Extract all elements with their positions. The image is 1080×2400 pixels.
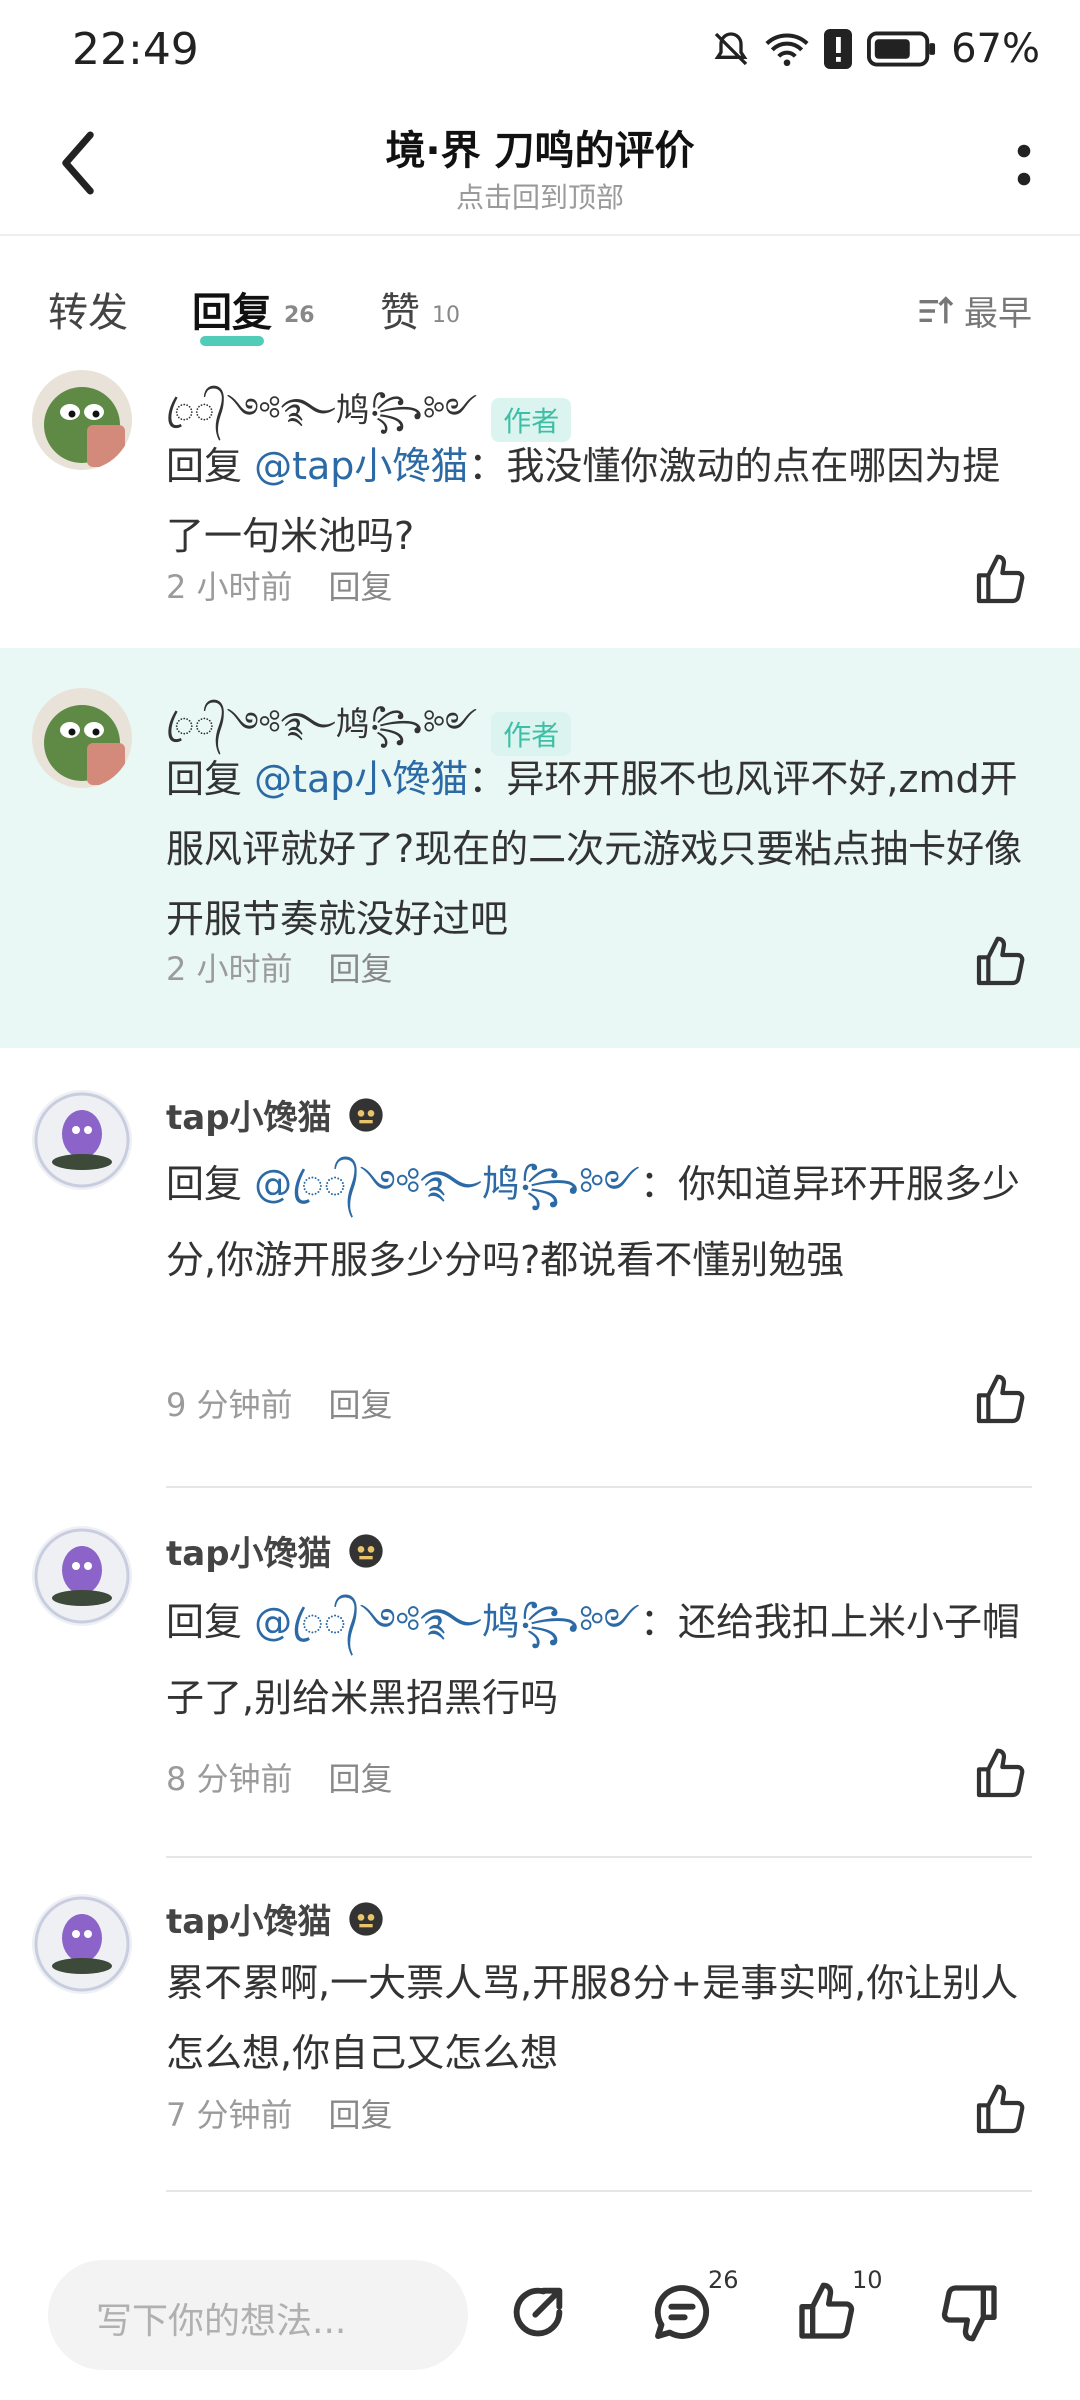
thumbs-down-icon[interactable] xyxy=(938,2280,1002,2344)
reply-prefix: 回复 xyxy=(166,757,255,801)
status-bar: 22:49 67% xyxy=(0,0,1080,100)
tab-underline xyxy=(200,336,264,346)
comment-author[interactable]: tap小馋猫 xyxy=(166,1090,386,1139)
comment-time: 2 小时前 xyxy=(166,950,293,988)
tab-repost-label: 转发 xyxy=(48,290,128,336)
comment-meta: 2 小时前 回复 xyxy=(166,562,393,608)
comment-text[interactable]: 累不累啊,一大票人骂,开服8分+是事实啊,你让别人怎么想,你自己又怎么想 xyxy=(166,1948,1036,2088)
tab-bar: 转发 回复 26 赞 10 最早 xyxy=(0,236,1080,366)
wifi-icon xyxy=(765,33,809,67)
comment-meta: 8 分钟前 回复 xyxy=(166,1754,393,1800)
user-medal-icon xyxy=(348,1901,383,1936)
share-icon[interactable] xyxy=(506,2280,570,2344)
thumbs-up-icon[interactable] xyxy=(972,1746,1028,1802)
sort-icon xyxy=(919,295,954,323)
reply-button[interactable]: 回复 xyxy=(329,568,393,606)
divider xyxy=(166,2190,1032,2192)
author-name: tap小馋猫 xyxy=(166,1098,332,1138)
tab-likes-label: 赞 xyxy=(380,290,420,336)
more-options-icon[interactable] xyxy=(1004,130,1044,200)
list-item: tap小馋猫 累不累啊,一大票人骂,开服8分+是事实啊,你让别人怎么想,你自己又… xyxy=(0,1858,1080,2222)
page-subtitle[interactable]: 点击回到顶部 xyxy=(0,176,1080,216)
comment-author[interactable]: tap小馋猫 xyxy=(166,1526,386,1575)
reply-button[interactable]: 回复 xyxy=(329,1760,393,1798)
author-name: tap小馋猫 xyxy=(166,1534,332,1574)
tab-replies-label: 回复 xyxy=(192,290,272,336)
comment-input[interactable]: 写下你的想法... xyxy=(48,2260,468,2370)
comment-meta: 7 分钟前 回复 xyxy=(166,2090,393,2136)
mention-colon: ： xyxy=(640,1600,679,1644)
tab-replies[interactable]: 回复 26 xyxy=(192,280,315,346)
mute-icon xyxy=(714,32,748,66)
tab-repost[interactable]: 转发 xyxy=(48,280,128,338)
tab-likes[interactable]: 赞 10 xyxy=(380,280,460,338)
comment-time: 2 小时前 xyxy=(166,568,293,606)
reply-button[interactable]: 回复 xyxy=(329,2096,393,2134)
tab-replies-count: 26 xyxy=(284,302,315,328)
thumbs-up-icon[interactable] xyxy=(972,934,1028,990)
list-item: tap小馋猫 回复 @ꦿ᭄༺࿐鸠꧂༻：你知道异环开服多少分,你游开服多少分吗?都… xyxy=(0,1050,1080,1480)
thumbs-up-icon[interactable] xyxy=(972,1372,1028,1428)
mention-colon: ： xyxy=(468,757,507,801)
reply-prefix: 回复 xyxy=(166,1162,255,1206)
reply-button[interactable]: 回复 xyxy=(329,950,393,988)
avatar[interactable] xyxy=(32,1090,132,1190)
header: 境·界 刀鸣的评价 点击回到顶部 xyxy=(0,100,1080,236)
reply-prefix: 回复 xyxy=(166,1600,255,1644)
reply-list[interactable]: ꦿ᭄༺࿐鸠꧂༻ 作者 回复 @tap小馋猫：我没懂你激动的点在哪因为提了一句米池… xyxy=(0,366,1080,2226)
author-name: tap小馋猫 xyxy=(166,1902,332,1942)
thumbs-up-icon[interactable] xyxy=(972,552,1028,608)
thumbs-up-icon[interactable] xyxy=(794,2280,858,2344)
comment-author[interactable]: tap小馋猫 xyxy=(166,1894,386,1943)
alert-icon xyxy=(824,29,853,69)
tab-likes-count: 10 xyxy=(432,302,460,328)
comment-time: 8 分钟前 xyxy=(166,1760,293,1798)
avatar[interactable] xyxy=(32,370,132,470)
bottom-action-bar: 写下你的想法... 26 10 xyxy=(0,2226,1080,2400)
comment-time: 9 分钟前 xyxy=(166,1386,293,1424)
status-time: 22:49 xyxy=(72,24,199,75)
comment-text[interactable]: 回复 @tap小馋猫：异环开服不也风评不好,zmd开服风评就好了?现在的二次元游… xyxy=(166,744,1036,954)
comment-time: 7 分钟前 xyxy=(166,2096,293,2134)
list-item: tap小馋猫 回复 @ꦿ᭄༺࿐鸠꧂༻：还给我扣上米小子帽子了,别给米黑招黑行吗 … xyxy=(0,1488,1080,1854)
battery-percent: 67% xyxy=(951,26,1040,72)
mention-colon: ： xyxy=(468,444,507,488)
comment-text[interactable]: 回复 @tap小馋猫：我没懂你激动的点在哪因为提了一句米池吗? xyxy=(166,431,1036,571)
user-medal-icon xyxy=(348,1533,383,1568)
sort-label: 最早 xyxy=(964,294,1032,334)
page-title[interactable]: 境·界 刀鸣的评价 xyxy=(0,118,1080,176)
status-icons: 67% xyxy=(711,26,1040,72)
comment-text[interactable]: 回复 @ꦿ᭄༺࿐鸠꧂༻：还给我扣上米小子帽子了,别给米黑招黑行吗 xyxy=(166,1584,1036,1736)
avatar[interactable] xyxy=(32,1526,132,1626)
like-count: 10 xyxy=(852,2266,883,2294)
comment-text[interactable]: 回复 @ꦿ᭄༺࿐鸠꧂༻：你知道异环开服多少分,你游开服多少分吗?都说看不懂别勉强 xyxy=(166,1146,1036,1298)
comment-meta: 9 分钟前 回复 xyxy=(166,1380,393,1426)
comment-input-placeholder: 写下你的想法... xyxy=(96,2301,347,2342)
avatar[interactable] xyxy=(32,688,132,788)
mention-link[interactable]: @tap小馋猫 xyxy=(254,444,468,488)
reply-prefix: 回复 xyxy=(166,444,255,488)
comment-icon[interactable] xyxy=(650,2280,714,2344)
comment-count: 26 xyxy=(708,2266,739,2294)
mention-link[interactable]: @ꦿ᭄༺࿐鸠꧂༻ xyxy=(254,1162,640,1206)
sort-toggle[interactable]: 最早 xyxy=(916,286,1032,335)
list-item: ꦿ᭄༺࿐鸠꧂༻ 作者 回复 @tap小馋猫：异环开服不也风评不好,zmd开服风评… xyxy=(0,648,1080,1048)
mention-colon: ： xyxy=(640,1162,679,1206)
comment-content: 累不累啊,一大票人骂,开服8分+是事实啊,你让别人怎么想,你自己又怎么想 xyxy=(166,1961,1019,2075)
battery-icon xyxy=(867,31,936,67)
user-medal-icon xyxy=(348,1097,383,1132)
reply-button[interactable]: 回复 xyxy=(329,1386,393,1424)
mention-link[interactable]: @tap小馋猫 xyxy=(254,757,468,801)
avatar[interactable] xyxy=(32,1894,132,1994)
comment-meta: 2 小时前 回复 xyxy=(166,944,393,990)
thumbs-up-icon[interactable] xyxy=(972,2082,1028,2138)
mention-link[interactable]: @ꦿ᭄༺࿐鸠꧂༻ xyxy=(254,1600,640,1644)
